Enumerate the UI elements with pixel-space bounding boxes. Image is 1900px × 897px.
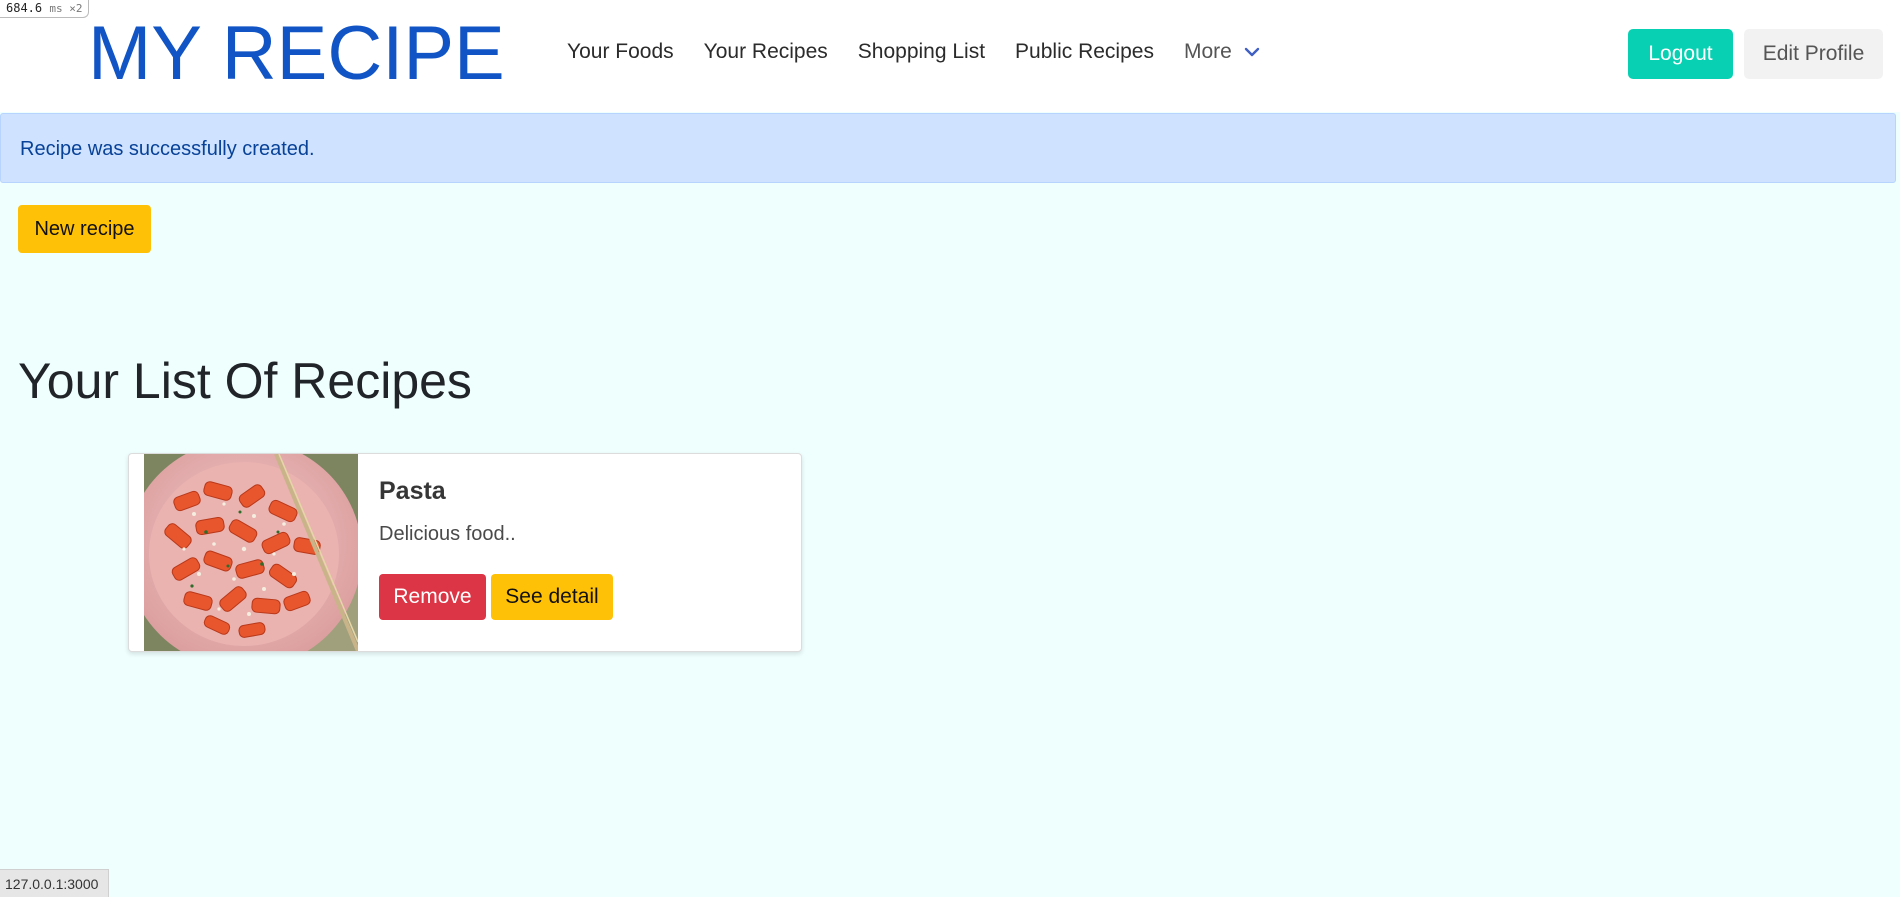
success-alert: Recipe was successfully created. bbox=[0, 113, 1896, 183]
nav-more-dropdown[interactable]: More bbox=[1184, 40, 1260, 64]
chevron-down-icon bbox=[1244, 47, 1260, 57]
remove-button[interactable]: Remove bbox=[379, 574, 486, 620]
nav-your-foods[interactable]: Your Foods bbox=[567, 40, 674, 64]
recipe-card-actions: Remove See detail bbox=[379, 574, 613, 620]
recipe-card-body: Pasta Delicious food.. bbox=[379, 474, 516, 548]
perf-badge: 684.6 ms ×2 bbox=[0, 0, 90, 18]
recipe-name: Pasta bbox=[379, 477, 446, 505]
status-bar-url: 127.0.0.1:3000 bbox=[0, 869, 110, 897]
nav-shopping-list[interactable]: Shopping List bbox=[858, 40, 985, 64]
edit-profile-button[interactable]: Edit Profile bbox=[1744, 29, 1883, 79]
new-recipe-button[interactable]: New recipe bbox=[18, 205, 151, 253]
nav-public-recipes[interactable]: Public Recipes bbox=[1015, 40, 1154, 64]
nav-more-label: More bbox=[1183, 40, 1232, 63]
recipe-image bbox=[144, 454, 358, 651]
navbar: MY RECIPE Your Foods Your Recipes Shoppi… bbox=[0, 0, 1900, 112]
perf-value: 684.6 bbox=[6, 1, 43, 15]
page: 684.6 ms ×2 MY RECIPE Your Foods Your Re… bbox=[0, 0, 1900, 897]
recipe-description: Delicious food.. bbox=[379, 523, 516, 545]
nav-your-recipes[interactable]: Your Recipes bbox=[704, 40, 828, 64]
perf-unit: ms ×2 bbox=[49, 2, 83, 15]
pasta-photo-icon bbox=[144, 454, 358, 651]
nav-links: Your Foods Your Recipes Shopping List Pu… bbox=[567, 40, 1260, 64]
logout-button[interactable]: Logout bbox=[1628, 29, 1733, 79]
brand-logo[interactable]: MY RECIPE bbox=[88, 10, 505, 98]
recipe-card: Pasta Delicious food.. Remove See detail bbox=[128, 453, 802, 652]
see-detail-button[interactable]: See detail bbox=[491, 574, 613, 620]
page-title: Your List Of Recipes bbox=[18, 353, 472, 409]
